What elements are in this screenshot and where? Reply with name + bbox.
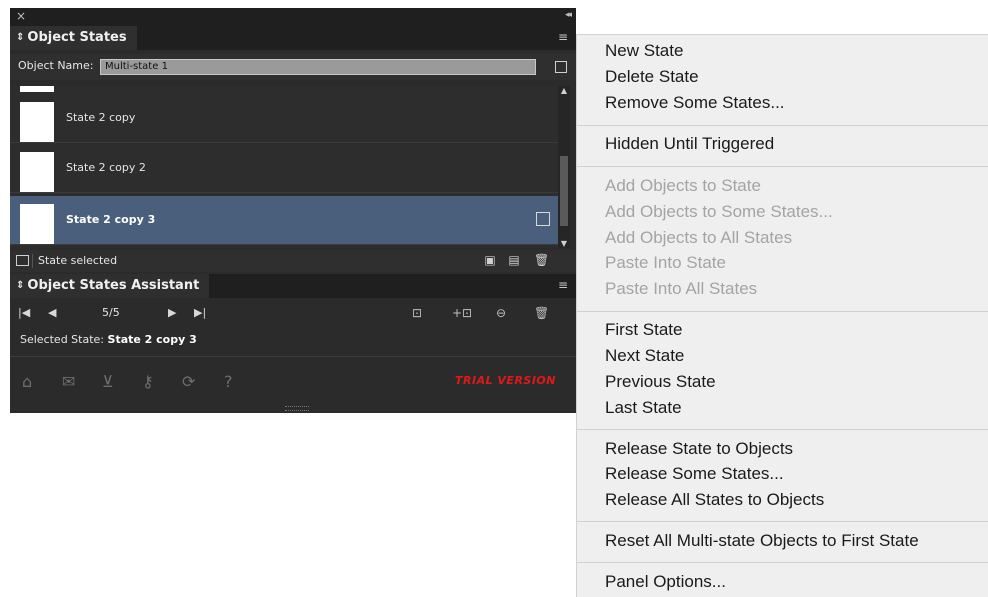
- menu-item-hidden-until-triggered[interactable]: Hidden Until Triggered: [605, 134, 774, 154]
- menu-item-first-state[interactable]: First State: [605, 320, 682, 340]
- trash-icon[interactable]: 🗑: [534, 306, 549, 320]
- help-icon[interactable]: ?: [224, 372, 233, 391]
- refresh-icon[interactable]: ⟳: [182, 372, 195, 391]
- add-object-icon[interactable]: +⊡: [452, 306, 472, 320]
- state-row[interactable]: State 2 copy: [10, 94, 558, 143]
- tab-object-states[interactable]: ⇕ Object States: [10, 26, 137, 50]
- object-states-tab-row: ⇕ Object States ≡: [10, 26, 576, 50]
- previous-state-icon[interactable]: ◀: [48, 306, 56, 319]
- object-name-field[interactable]: Multi-state 1: [100, 59, 536, 75]
- bottom-icon-row: ⌂ ✉ ⊻ ⚷ ⟳ ? TRIAL VERSION: [10, 364, 576, 400]
- status-text: State selected: [38, 254, 118, 267]
- menu-separator: [577, 521, 988, 522]
- next-state-icon[interactable]: ▶: [168, 306, 176, 319]
- sort-arrows-icon: ⇕: [16, 32, 25, 43]
- panel-context-menu: New State Delete State Remove Some State…: [576, 34, 988, 597]
- add-to-state-icon[interactable]: ⊡: [412, 306, 422, 320]
- object-name-checkbox[interactable]: [555, 61, 567, 73]
- assistant-body: |◀ ◀ 5/5 ▶ ▶| ⊡ +⊡ ⊖ 🗑 Selected State: S…: [10, 298, 576, 413]
- selected-state-value: State 2 copy 3: [107, 333, 197, 346]
- object-states-panel: × ◂◂ ⇕ Object States ≡ Object Name: Mult…: [10, 8, 576, 413]
- menu-item-remove-some-states[interactable]: Remove Some States...: [605, 93, 785, 113]
- new-state-icon[interactable]: ▤: [508, 254, 520, 266]
- state-thumbnail: [20, 152, 54, 192]
- trial-version-label: TRIAL VERSION: [455, 374, 556, 387]
- panel-title-bar: × ◂◂: [10, 8, 576, 26]
- assistant-tab-row: ⇕ Object States Assistant ≡: [10, 274, 576, 298]
- menu-item-previous-state[interactable]: Previous State: [605, 372, 716, 392]
- object-name-row: Object Name: Multi-state 1: [10, 54, 576, 80]
- convert-icon[interactable]: ▣: [484, 254, 496, 266]
- trash-icon[interactable]: 🗑: [534, 254, 549, 266]
- state-row[interactable]: State 2 copy 2: [10, 144, 558, 193]
- tab-label: Object States Assistant: [27, 278, 200, 293]
- selected-state-line: Selected State: State 2 copy 3: [20, 333, 197, 346]
- home-icon[interactable]: ⌂: [22, 372, 32, 391]
- state-thumbnail: [20, 102, 54, 142]
- menu-item-next-state[interactable]: Next State: [605, 346, 684, 366]
- menu-item-release-some-states[interactable]: Release Some States...: [605, 464, 784, 484]
- state-row-selected[interactable]: State 2 copy 3: [10, 196, 558, 245]
- preview-icon[interactable]: [16, 255, 29, 266]
- cart-icon[interactable]: ⊻: [102, 372, 114, 391]
- selected-state-label: Selected State:: [20, 333, 105, 346]
- scrollbar-thumb[interactable]: [560, 156, 568, 226]
- status-row: State selected ▣ ▤ 🗑: [10, 250, 576, 272]
- collapse-icon[interactable]: ◂◂: [565, 10, 572, 20]
- menu-item-release-all-states[interactable]: Release All States to Objects: [605, 490, 824, 510]
- object-name-label: Object Name:: [18, 59, 94, 72]
- resize-grip[interactable]: [285, 406, 309, 411]
- menu-separator: [577, 311, 988, 312]
- menu-item-last-state[interactable]: Last State: [605, 398, 682, 418]
- menu-item-paste-into-all-states: Paste Into All States: [605, 279, 758, 298]
- menu-item-add-objects-to-all-states: Add Objects to All States: [605, 228, 793, 247]
- state-name: State 2 copy 3: [66, 213, 156, 226]
- menu-separator: [577, 125, 988, 126]
- state-name: State 2 copy: [66, 111, 136, 124]
- scroll-up-icon[interactable]: ▲: [559, 86, 569, 95]
- menu-item-release-state-to-objects[interactable]: Release State to Objects: [605, 439, 793, 459]
- menu-item-add-objects-to-state: Add Objects to State: [605, 176, 761, 195]
- last-state-icon[interactable]: ▶|: [194, 306, 206, 319]
- state-list-scrollbar[interactable]: ▲ ▼: [558, 86, 570, 248]
- menu-item-reset-all-multistate[interactable]: Reset All Multi-state Objects to First S…: [605, 531, 919, 551]
- menu-separator: [577, 562, 988, 563]
- partial-state-row: [20, 86, 54, 92]
- first-state-icon[interactable]: |◀: [18, 306, 30, 319]
- menu-separator: [577, 429, 988, 430]
- tab-object-states-assistant[interactable]: ⇕ Object States Assistant: [10, 274, 210, 298]
- menu-item-paste-into-state: Paste Into State: [605, 253, 726, 272]
- state-list: State 2 copy State 2 copy 2 State 2 copy…: [10, 86, 558, 248]
- scroll-down-icon[interactable]: ▼: [559, 239, 569, 248]
- menu-item-panel-options[interactable]: Panel Options...: [605, 572, 726, 592]
- sort-arrows-icon: ⇕: [16, 280, 25, 291]
- link-icon[interactable]: ⊖: [496, 306, 506, 320]
- menu-item-new-state[interactable]: New State: [605, 41, 683, 61]
- assistant-menu-button[interactable]: ≡: [556, 278, 570, 292]
- divider: [32, 254, 33, 268]
- state-name: State 2 copy 2: [66, 161, 146, 174]
- menu-item-add-objects-to-some-states: Add Objects to Some States...: [605, 202, 833, 221]
- close-icon[interactable]: ×: [16, 9, 26, 23]
- divider: [10, 356, 576, 357]
- state-thumbnail: [20, 204, 54, 244]
- menu-item-delete-state[interactable]: Delete State: [605, 67, 699, 87]
- menu-separator: [577, 166, 988, 167]
- state-navigation: |◀ ◀ 5/5 ▶ ▶| ⊡ +⊡ ⊖ 🗑: [10, 304, 576, 324]
- state-counter: 5/5: [102, 306, 120, 319]
- panel-menu-button[interactable]: ≡: [556, 30, 570, 44]
- object-frame-icon: [536, 212, 550, 226]
- mail-icon[interactable]: ✉: [62, 372, 75, 391]
- tab-label: Object States: [27, 30, 127, 45]
- key-icon[interactable]: ⚷: [142, 372, 154, 391]
